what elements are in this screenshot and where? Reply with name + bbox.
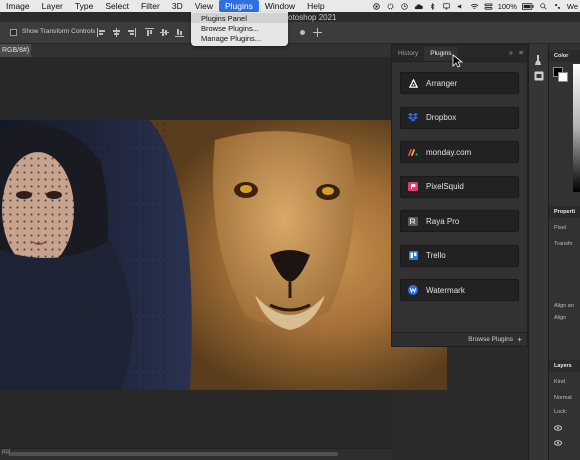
background-color-swatch[interactable]: [558, 72, 568, 82]
document-tab[interactable]: RGB/8#): [0, 44, 31, 57]
menu-item-browse-plugins[interactable]: Browse Plugins...: [191, 23, 288, 33]
plugin-raya-pro-button[interactable]: Raya Pro: [400, 210, 519, 232]
monday-icon: [408, 147, 418, 157]
add-plugin-icon[interactable]: +: [517, 335, 522, 344]
watermark-icon: [408, 285, 418, 295]
browse-plugins-link[interactable]: Browse Plugins: [468, 336, 513, 343]
menu-help[interactable]: Help: [301, 0, 330, 12]
collapse-icon[interactable]: »: [509, 50, 513, 57]
bluetooth-icon[interactable]: [428, 2, 437, 10]
3d-pan-icon[interactable]: [313, 28, 322, 37]
plugins-panel-icon[interactable]: [534, 71, 544, 81]
menu-item-manage-plugins[interactable]: Manage Plugins...: [191, 33, 288, 43]
cloud-icon[interactable]: [414, 3, 423, 10]
battery-percent: 100%: [497, 1, 517, 11]
panel-controls: » ≡: [509, 50, 523, 57]
visibility-eye-icon[interactable]: [554, 440, 562, 446]
control-center-icon[interactable]: [553, 3, 562, 10]
horizontal-scrollbar[interactable]: [0, 448, 392, 460]
plugin-label: Trello: [426, 251, 446, 260]
visibility-eye-icon[interactable]: [554, 425, 562, 431]
menu-item-plugins-panel[interactable]: Plugins Panel: [191, 13, 288, 23]
plugin-label: PixelSquid: [426, 182, 464, 191]
menu-filter[interactable]: Filter: [135, 0, 166, 12]
switch-icon[interactable]: [484, 2, 493, 10]
volume-icon[interactable]: [456, 3, 465, 10]
plugin-trello-button[interactable]: Trello: [400, 244, 519, 267]
document-image[interactable]: [0, 120, 447, 390]
menu-3d[interactable]: 3D: [166, 0, 189, 12]
clock-icon[interactable]: [400, 2, 409, 10]
color-panel-header[interactable]: Color: [549, 50, 580, 62]
plugin-list: Arranger Dropbox monday.com PixelSquid R…: [392, 62, 527, 301]
align-label: Align: [554, 315, 567, 321]
plugin-dropbox-button[interactable]: Dropbox: [400, 106, 519, 129]
layer-filter-kind[interactable]: Kind: [554, 379, 565, 385]
macos-menubar: Image Layer Type Select Filter 3D View P…: [0, 0, 580, 12]
properties-panel-header[interactable]: Properti: [549, 206, 580, 218]
wifi-icon[interactable]: [470, 3, 479, 10]
align-middle-icon[interactable]: [160, 28, 169, 37]
scrollbar-thumb[interactable]: [8, 452, 338, 456]
plugin-label: Arranger: [426, 78, 458, 88]
color-picker-field[interactable]: [573, 64, 580, 192]
plugin-arranger-button[interactable]: Arranger: [400, 72, 519, 94]
menu-select[interactable]: Select: [99, 0, 135, 12]
align-left-icon[interactable]: [97, 28, 106, 37]
panel-menu-icon[interactable]: ≡: [519, 50, 523, 57]
plugin-label: Raya Pro: [426, 216, 460, 226]
menu-type[interactable]: Type: [69, 0, 99, 12]
search-icon[interactable]: [539, 2, 548, 10]
menu-plugins[interactable]: Plugins: [219, 0, 259, 12]
plugins-panel: History Plugins » ≡ Arranger Dropbox mon…: [391, 44, 528, 347]
menubar-trailing-text: We: [566, 1, 578, 11]
right-panel-dock: Color Properti Pixel Transfo Align an Al…: [548, 44, 580, 460]
show-transform-controls-checkbox[interactable]: [10, 29, 17, 36]
lock-label: Lock:: [554, 409, 568, 415]
zoom-status: ppl: [2, 449, 11, 455]
trello-icon: [408, 251, 418, 261]
plugin-label: Dropbox: [426, 113, 457, 122]
blend-mode-select[interactable]: Normal: [554, 395, 572, 401]
panel-footer: Browse Plugins +: [392, 332, 527, 346]
align-right-icon[interactable]: [127, 28, 136, 37]
battery-icon[interactable]: [521, 2, 534, 10]
plugin-label: Watermark: [426, 285, 465, 295]
pixel-layer-label: Pixel: [554, 225, 566, 231]
plugin-monday-button[interactable]: monday.com: [400, 141, 519, 163]
pixelsquid-icon: [408, 182, 418, 192]
dropbox-icon: [408, 113, 418, 123]
layers-panel-header[interactable]: Layers: [549, 360, 580, 372]
menu-image[interactable]: Image: [0, 0, 36, 12]
plugin-watermark-button[interactable]: Watermark: [400, 279, 519, 301]
window-title: otoshop 2021: [288, 13, 337, 22]
airplay-icon[interactable]: [442, 2, 451, 10]
arranger-icon: [408, 78, 418, 88]
record-icon[interactable]: [372, 2, 381, 10]
options-bar: Show Transform Controls: [0, 22, 580, 44]
align-distribute-label[interactable]: Align an: [554, 303, 574, 309]
menu-layer[interactable]: Layer: [36, 0, 69, 12]
transform-section-label[interactable]: Transfo: [554, 241, 572, 247]
menu-view[interactable]: View: [189, 0, 219, 12]
menubar-status-area: 100% We: [372, 0, 578, 12]
menu-window[interactable]: Window: [259, 0, 301, 12]
app-menu: Image Layer Type Select Filter 3D View P…: [0, 0, 331, 12]
tab-history[interactable]: History: [392, 47, 424, 61]
align-center-icon[interactable]: [112, 28, 121, 37]
plugins-dropdown-menu: Plugins Panel Browse Plugins... Manage P…: [191, 12, 288, 46]
align-bottom-icon[interactable]: [175, 28, 184, 37]
plugin-pixelsquid-button[interactable]: PixelSquid: [400, 175, 519, 198]
settings-icon[interactable]: [386, 3, 395, 10]
show-transform-controls-label: Show Transform Controls: [22, 28, 96, 35]
history-brush-icon[interactable]: [534, 54, 544, 66]
panel-icon-strip: [528, 44, 548, 460]
mouse-cursor-icon: [452, 54, 463, 68]
plugin-label: monday.com: [426, 147, 472, 157]
align-top-icon[interactable]: [145, 28, 154, 37]
composite-artwork: [0, 120, 447, 390]
raya-pro-icon: [408, 216, 418, 226]
3d-mode-icon[interactable]: [298, 28, 307, 37]
